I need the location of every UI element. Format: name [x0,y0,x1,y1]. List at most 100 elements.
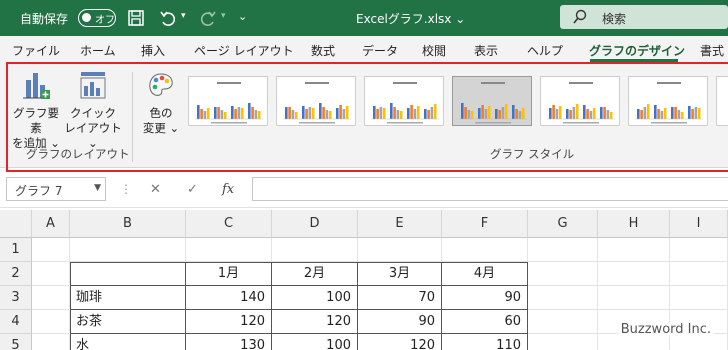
chart-style-thumbnail-1[interactable] [188,76,268,126]
cell[interactable] [186,238,272,262]
cell[interactable] [528,238,598,262]
file-name[interactable]: Excelグラフ.xlsx ⌄ [356,10,465,27]
formula-input[interactable] [252,177,728,201]
table-cell[interactable]: 120 [186,310,272,334]
chart-style-preview [635,82,703,124]
cell[interactable] [32,334,70,350]
table-cell[interactable]: 珈琲 [70,286,186,310]
column-header-c[interactable]: C [186,210,272,238]
name-box-dropdown-icon[interactable]: ▼ [94,183,101,193]
chart-style-thumbnail-3[interactable] [364,76,444,126]
cell[interactable] [32,286,70,310]
column-header-f[interactable]: F [442,210,528,238]
quick-layout-button[interactable]: クイック レイアウト ⌄ [62,70,124,151]
table-cell[interactable]: 130 [186,334,272,350]
tab-format[interactable]: 書式 [700,42,724,59]
undo-icon[interactable] [158,8,178,28]
preview-bar [217,107,220,119]
cell[interactable] [32,310,70,334]
table-cell[interactable]: 70 [358,286,442,310]
redo-icon[interactable] [198,8,218,28]
chart-style-thumbnail-2[interactable] [276,76,356,126]
column-header-e[interactable]: E [358,210,442,238]
column-header-i[interactable]: I [670,210,728,238]
customize-toolbar-icon[interactable]: ⌄ [238,10,247,23]
row-header-1[interactable]: 1 [0,238,32,262]
cell[interactable] [272,238,358,262]
cell[interactable] [670,238,728,262]
column-header-h[interactable]: H [598,210,670,238]
tab-data[interactable]: データ [362,42,398,59]
tab-help[interactable]: ヘルプ [527,42,563,59]
row-header-3[interactable]: 3 [0,286,32,310]
cell[interactable] [528,262,598,286]
cell[interactable] [442,238,528,262]
column-header-b[interactable]: B [70,210,186,238]
search-placeholder: 検索 [602,12,627,26]
table-header-cell[interactable] [70,262,186,286]
table-cell[interactable]: 水 [70,334,186,350]
table-header-cell[interactable]: 3月 [358,262,442,286]
column-header-a[interactable]: A [32,210,70,238]
cell[interactable] [528,286,598,310]
cell[interactable] [598,238,670,262]
chart-style-thumbnail-6[interactable] [628,76,708,126]
select-all-corner[interactable] [0,210,32,238]
cell[interactable] [598,286,670,310]
cell[interactable] [598,262,670,286]
tab-file[interactable]: ファイル [12,42,60,59]
table-cell[interactable]: 110 [442,334,528,350]
cell[interactable] [32,238,70,262]
cell[interactable] [528,310,598,334]
table-cell[interactable]: 120 [358,334,442,350]
cell[interactable] [32,262,70,286]
search-box[interactable]: 検索 [560,5,728,29]
table-cell[interactable]: 90 [442,286,528,310]
undo-dropdown-icon[interactable]: ▾ [181,11,186,21]
cancel-icon[interactable]: ✕ [150,182,161,197]
cell[interactable] [528,334,598,350]
cell[interactable] [70,238,186,262]
column-header-g[interactable]: G [528,210,598,238]
enter-icon[interactable]: ✓ [187,182,198,197]
cell[interactable] [670,286,728,310]
row-header-4[interactable]: 4 [0,310,32,334]
preview-title-mark [569,82,593,84]
tab-page-layout[interactable]: ページ レイアウト [194,42,294,59]
preview-bar [671,107,674,119]
table-cell[interactable]: 100 [272,334,358,350]
row-header-5[interactable]: 5 [0,334,32,350]
table-cell[interactable]: 120 [272,310,358,334]
change-colors-button[interactable]: 色の 変更 ⌄ [138,70,184,136]
redo-dropdown-icon[interactable]: ▾ [221,11,226,21]
table-cell[interactable]: お茶 [70,310,186,334]
add-chart-element-button[interactable]: グラフ要素 を追加 ⌄ [8,70,64,151]
column-header-d[interactable]: D [272,210,358,238]
table-cell[interactable]: 140 [186,286,272,310]
save-icon[interactable] [126,8,146,28]
cell[interactable] [670,262,728,286]
chart-style-thumbnail-5[interactable] [540,76,620,126]
preview-bar [572,107,576,119]
preview-bar [240,108,244,119]
tab-view[interactable]: 表示 [474,42,498,59]
chart-style-thumbnail-4[interactable] [452,76,532,126]
insert-function-icon[interactable]: fx [222,182,234,197]
table-cell[interactable]: 60 [442,310,528,334]
chart-style-thumbnail-7[interactable] [716,76,728,126]
tab-home[interactable]: ホーム [80,42,116,59]
table-cell[interactable]: 90 [358,310,442,334]
tab-review[interactable]: 校閲 [422,42,446,59]
table-header-cell[interactable]: 2月 [272,262,358,286]
drag-handle-icon[interactable]: ⋮ [120,182,132,196]
table-header-cell[interactable]: 4月 [442,262,528,286]
tab-chart-design[interactable]: グラフのデザイン [589,42,685,59]
tab-insert[interactable]: 挿入 [141,42,165,59]
tab-formulas[interactable]: 数式 [311,42,335,59]
table-header-cell[interactable]: 1月 [186,262,272,286]
table-cell[interactable]: 100 [272,286,358,310]
autosave-toggle[interactable]: オフ [78,9,116,27]
name-box[interactable]: グラフ 7 ▼ [6,177,106,201]
row-header-2[interactable]: 2 [0,262,32,286]
cell[interactable] [358,238,442,262]
